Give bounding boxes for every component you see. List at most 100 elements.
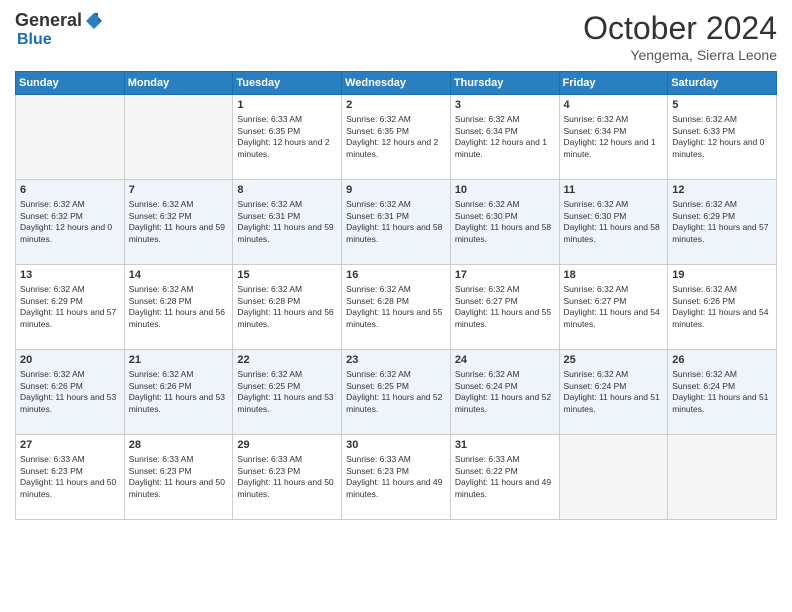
day-number: 28 <box>129 438 229 452</box>
col-sunday: Sunday <box>16 72 125 95</box>
day-number: 12 <box>672 183 772 197</box>
logo-blue-text: Blue <box>17 31 52 48</box>
table-row: 29Sunrise: 6:33 AMSunset: 6:23 PMDayligh… <box>233 435 342 520</box>
col-wednesday: Wednesday <box>342 72 451 95</box>
table-row: 4 Sunrise: 6:32 AMSunset: 6:34 PMDaylight… <box>559 95 668 180</box>
day-number: 2 <box>346 98 446 112</box>
table-row: 3 Sunrise: 6:32 AMSunset: 6:34 PMDaylight… <box>450 95 559 180</box>
location: Yengema, Sierra Leone <box>583 47 777 63</box>
day-number: 25 <box>564 353 664 367</box>
table-row: 24 Sunrise: 6:32 AMSunset: 6:24 PMDayligh… <box>450 350 559 435</box>
table-row <box>16 95 125 180</box>
table-row: 6 Sunrise: 6:32 AMSunset: 6:32 PMDaylight… <box>16 180 125 265</box>
table-row: 22Sunrise: 6:32 AMSunset: 6:25 PMDayligh… <box>233 350 342 435</box>
table-row: 1 Sunrise: 6:33 AMSunset: 6:35 PMDaylight… <box>233 95 342 180</box>
day-info: Sunrise: 6:32 AMSunset: 6:32 PMDaylight:… <box>20 199 120 245</box>
day-info: Sunrise: 6:32 AMSunset: 6:35 PMDaylight:… <box>346 114 446 160</box>
col-tuesday: Tuesday <box>233 72 342 95</box>
table-row: 12Sunrise: 6:32 AMSunset: 6:29 PMDayligh… <box>668 180 777 265</box>
day-info: Sunrise: 6:32 AMSunset: 6:34 PMDaylight:… <box>455 114 555 160</box>
day-info: Sunrise: 6:32 AMSunset: 6:27 PMDaylight:… <box>455 284 555 330</box>
table-row: 30 Sunrise: 6:33 AMSunset: 6:23 PMDayligh… <box>342 435 451 520</box>
table-row: 2 Sunrise: 6:32 AMSunset: 6:35 PMDaylight… <box>342 95 451 180</box>
day-number: 31 <box>455 438 555 452</box>
logo: General Blue <box>15 10 104 49</box>
table-row <box>124 95 233 180</box>
table-row: 21 Sunrise: 6:32 AMSunset: 6:26 PMDayligh… <box>124 350 233 435</box>
day-number: 7 <box>129 183 229 197</box>
day-number: 10 <box>455 183 555 197</box>
day-info: Sunrise: 6:33 AMSunset: 6:22 PMDaylight:… <box>455 454 555 500</box>
calendar-row: 6 Sunrise: 6:32 AMSunset: 6:32 PMDaylight… <box>16 180 777 265</box>
day-number: 24 <box>455 353 555 367</box>
day-number: 15 <box>237 268 337 282</box>
calendar-row: 13Sunrise: 6:32 AMSunset: 6:29 PMDayligh… <box>16 265 777 350</box>
table-row: 17 Sunrise: 6:32 AMSunset: 6:27 PMDayligh… <box>450 265 559 350</box>
table-row: 27 Sunrise: 6:33 AMSunset: 6:23 PMDayligh… <box>16 435 125 520</box>
day-number: 29 <box>237 438 337 452</box>
day-number: 22 <box>237 353 337 367</box>
table-row: 23Sunrise: 6:32 AMSunset: 6:25 PMDayligh… <box>342 350 451 435</box>
table-row: 25 Sunrise: 6:32 AMSunset: 6:24 PMDayligh… <box>559 350 668 435</box>
day-number: 20 <box>20 353 120 367</box>
day-info: Sunrise: 6:32 AMSunset: 6:34 PMDaylight:… <box>564 114 664 160</box>
table-row: 31 Sunrise: 6:33 AMSunset: 6:22 PMDayligh… <box>450 435 559 520</box>
day-number: 13 <box>20 268 120 282</box>
table-row <box>668 435 777 520</box>
table-row: 8Sunrise: 6:32 AMSunset: 6:31 PMDaylight… <box>233 180 342 265</box>
table-row: 5 Sunrise: 6:32 AMSunset: 6:33 PMDaylight… <box>668 95 777 180</box>
calendar-table: Sunday Monday Tuesday Wednesday Thursday… <box>15 71 777 520</box>
title-block: October 2024 Yengema, Sierra Leone <box>583 10 777 63</box>
day-info: Sunrise: 6:32 AMSunset: 6:28 PMDaylight:… <box>346 284 446 330</box>
day-number: 8 <box>237 183 337 197</box>
day-info: Sunrise: 6:32 AMSunset: 6:27 PMDaylight:… <box>564 284 664 330</box>
table-row: 7 Sunrise: 6:32 AMSunset: 6:32 PMDaylight… <box>124 180 233 265</box>
logo-text: General <box>15 10 104 31</box>
day-info: Sunrise: 6:32 AMSunset: 6:26 PMDaylight:… <box>672 284 772 330</box>
day-number: 19 <box>672 268 772 282</box>
day-number: 18 <box>564 268 664 282</box>
day-info: Sunrise: 6:33 AMSunset: 6:35 PMDaylight:… <box>237 114 337 160</box>
day-info: Sunrise: 6:32 AMSunset: 6:30 PMDaylight:… <box>455 199 555 245</box>
table-row: 26 Sunrise: 6:32 AMSunset: 6:24 PMDayligh… <box>668 350 777 435</box>
table-row: 19 Sunrise: 6:32 AMSunset: 6:26 PMDayligh… <box>668 265 777 350</box>
day-info: Sunrise: 6:33 AMSunset: 6:23 PMDaylight:… <box>346 454 446 500</box>
col-monday: Monday <box>124 72 233 95</box>
page: General Blue October 2024 Yengema, Sierr… <box>0 0 792 612</box>
day-info: Sunrise: 6:32 AMSunset: 6:24 PMDaylight:… <box>564 369 664 415</box>
day-info: Sunrise: 6:32 AMSunset: 6:31 PMDaylight:… <box>346 199 446 245</box>
day-number: 17 <box>455 268 555 282</box>
day-number: 21 <box>129 353 229 367</box>
day-number: 23 <box>346 353 446 367</box>
calendar-row: 27 Sunrise: 6:33 AMSunset: 6:23 PMDayligh… <box>16 435 777 520</box>
calendar-row: 1 Sunrise: 6:33 AMSunset: 6:35 PMDaylight… <box>16 95 777 180</box>
calendar-row: 20 Sunrise: 6:32 AMSunset: 6:26 PMDayligh… <box>16 350 777 435</box>
table-row: 28 Sunrise: 6:33 AMSunset: 6:23 PMDayligh… <box>124 435 233 520</box>
day-number: 4 <box>564 98 664 112</box>
day-info: Sunrise: 6:33 AMSunset: 6:23 PMDaylight:… <box>20 454 120 500</box>
day-number: 30 <box>346 438 446 452</box>
table-row <box>559 435 668 520</box>
day-number: 27 <box>20 438 120 452</box>
day-number: 9 <box>346 183 446 197</box>
table-row: 10 Sunrise: 6:32 AMSunset: 6:30 PMDayligh… <box>450 180 559 265</box>
table-row: 15Sunrise: 6:32 AMSunset: 6:28 PMDayligh… <box>233 265 342 350</box>
day-number: 26 <box>672 353 772 367</box>
day-number: 16 <box>346 268 446 282</box>
day-info: Sunrise: 6:32 AMSunset: 6:24 PMDaylight:… <box>672 369 772 415</box>
day-number: 3 <box>455 98 555 112</box>
day-info: Sunrise: 6:32 AMSunset: 6:24 PMDaylight:… <box>455 369 555 415</box>
day-number: 1 <box>237 98 337 112</box>
day-info: Sunrise: 6:33 AMSunset: 6:23 PMDaylight:… <box>129 454 229 500</box>
day-info: Sunrise: 6:32 AMSunset: 6:32 PMDaylight:… <box>129 199 229 245</box>
col-friday: Friday <box>559 72 668 95</box>
col-thursday: Thursday <box>450 72 559 95</box>
day-info: Sunrise: 6:32 AMSunset: 6:33 PMDaylight:… <box>672 114 772 160</box>
table-row: 13Sunrise: 6:32 AMSunset: 6:29 PMDayligh… <box>16 265 125 350</box>
table-row: 18 Sunrise: 6:32 AMSunset: 6:27 PMDayligh… <box>559 265 668 350</box>
day-info: Sunrise: 6:32 AMSunset: 6:26 PMDaylight:… <box>129 369 229 415</box>
table-row: 14Sunrise: 6:32 AMSunset: 6:28 PMDayligh… <box>124 265 233 350</box>
logo-general-text: General <box>15 10 82 31</box>
day-number: 6 <box>20 183 120 197</box>
day-number: 5 <box>672 98 772 112</box>
